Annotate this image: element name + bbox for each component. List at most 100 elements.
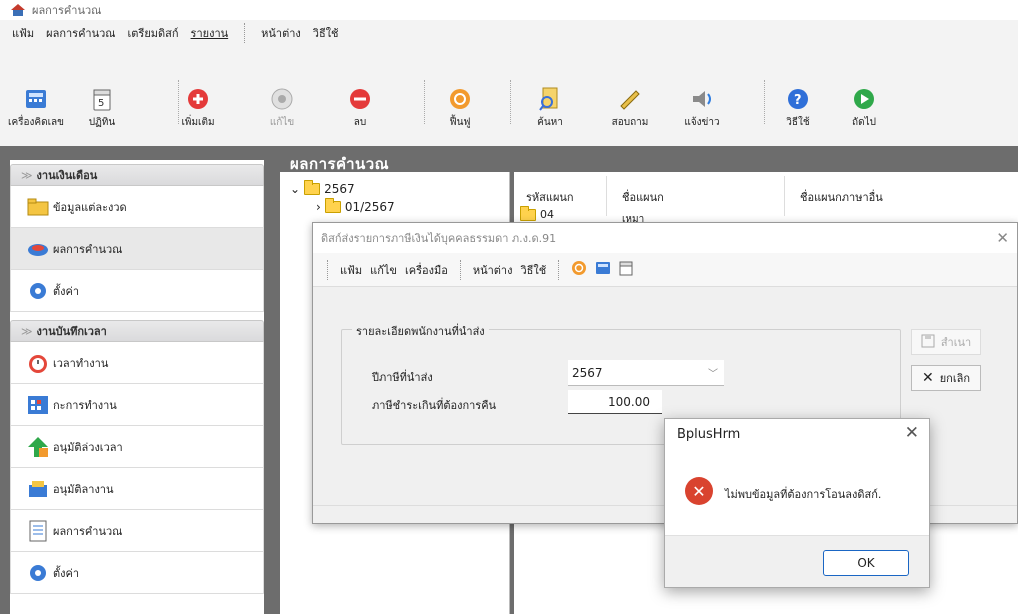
- copy-button[interactable]: สำเนา: [911, 329, 981, 355]
- sidebar-section-payroll[interactable]: ≫ งานเงินเดือน: [10, 164, 264, 186]
- restore-label: ฟื้นฟู: [449, 117, 471, 128]
- sidebar-item-label: ตั้งค่า: [53, 566, 80, 580]
- dialog-menu-window[interactable]: หน้าต่าง: [473, 261, 513, 279]
- sidebar-section-timekeeping[interactable]: ≫ งานบันทึกเวลา: [10, 320, 264, 342]
- add-label: เพิ่มเติม: [181, 117, 215, 128]
- menu-report[interactable]: รายงาน: [189, 24, 231, 42]
- menu-prepare-disk[interactable]: เตรียมดิสก์: [126, 24, 181, 42]
- search-label: ค้นหา: [537, 117, 563, 128]
- next-button[interactable]: ถัดไป: [834, 72, 894, 130]
- sidebar-item-label: ข้อมูลแต่ละงวด: [53, 200, 127, 214]
- toolbar-separator: [424, 80, 425, 124]
- search-button[interactable]: ค้นหา: [520, 72, 580, 130]
- calendar-button[interactable]: 5 ปฏิทิน: [72, 72, 132, 130]
- tree-node-period[interactable]: › 01/2567: [316, 198, 395, 214]
- edit-icon: [269, 86, 295, 111]
- chevron-down-icon: ≫: [21, 324, 33, 338]
- menu-calc-results[interactable]: ผลการคำนวณ: [44, 24, 117, 42]
- sidebar-section-label: งานเงินเดือน: [36, 169, 98, 182]
- sidebar-item-calc-results[interactable]: ผลการคำนวณ: [10, 228, 264, 270]
- phone-icon: [617, 86, 643, 111]
- sidebar-item-overtime-approval[interactable]: อนุมัติล่วงเวลา: [10, 426, 264, 468]
- toolbar-separator: [510, 80, 511, 124]
- column-divider: [784, 176, 785, 216]
- messagebox-text: ไม่พบข้อมูลที่ต้องการโอนลงดิสก์.: [725, 488, 882, 501]
- sidebar-item-label: เวลาทำงาน: [53, 356, 109, 370]
- window-titlebar: ผลการคำนวณ: [0, 0, 1018, 20]
- dialog-menu-help[interactable]: วิธีใช้: [520, 261, 546, 279]
- sidebar-item-work-time[interactable]: เวลาทำงาน: [10, 342, 264, 384]
- sidebar-item-time-calc-results[interactable]: ผลการคำนวณ: [10, 510, 264, 552]
- menubar-separator: [558, 259, 560, 280]
- sidebar-item-label: ตั้งค่า: [53, 284, 80, 298]
- chevron-down-icon: ⌄: [290, 182, 301, 196]
- document-list-icon: [27, 520, 49, 542]
- ok-button[interactable]: OK: [823, 550, 909, 576]
- table-row[interactable]: 04: [520, 205, 554, 221]
- delete-icon: [347, 86, 373, 111]
- tree-node-year[interactable]: ⌄ 2567: [290, 180, 355, 196]
- delete-button[interactable]: ลบ: [330, 72, 390, 130]
- sidebar-item-shift[interactable]: กะการทำงาน: [10, 384, 264, 426]
- svg-text:5: 5: [98, 98, 104, 109]
- save-disk-icon: [921, 334, 935, 351]
- sidebar-item-label: กะการทำงาน: [53, 398, 117, 412]
- calendar-icon[interactable]: [619, 260, 633, 279]
- calculator-label: เครื่องคิดเลข: [8, 117, 64, 128]
- drive-icon: [27, 478, 49, 500]
- menu-window[interactable]: หน้าต่าง: [259, 24, 303, 42]
- restore-icon[interactable]: [571, 260, 587, 279]
- calculator-icon: [23, 86, 49, 111]
- calendar-icon: 5: [89, 86, 115, 111]
- folder-icon: [520, 205, 536, 221]
- restore-button[interactable]: ฟื้นฟู: [430, 72, 490, 130]
- menubar-separator: [459, 259, 461, 280]
- column-header-name[interactable]: ชื่อแผนก: [622, 188, 664, 206]
- column-header-other-name[interactable]: ชื่อแผนกภาษาอื่น: [800, 188, 883, 206]
- refund-label: ภาษีชำระเกินที่ต้องการคืน: [372, 399, 497, 412]
- refund-input[interactable]: 100.00: [568, 390, 662, 414]
- help-button[interactable]: ? วิธีใช้: [768, 72, 828, 130]
- inquire-button[interactable]: สอบถาม: [600, 72, 660, 130]
- dialog-menu-tools[interactable]: เครื่องมือ: [405, 261, 448, 279]
- sidebar-item-label: ผลการคำนวณ: [53, 242, 123, 256]
- calculator-icon[interactable]: [595, 261, 611, 278]
- tax-year-select[interactable]: 2567 ﹀: [568, 360, 724, 386]
- search-icon: [537, 86, 563, 111]
- window-title: ผลการคำนวณ: [32, 4, 102, 17]
- copy-label: สำเนา: [940, 336, 972, 349]
- menu-help[interactable]: วิธีใช้: [311, 24, 341, 42]
- tax-year-label: ปีภาษีที่นำส่ง: [372, 371, 433, 384]
- dialog-title: ดิสก์ส่งรายการภาษีเงินได้บุคคลธรรมดา ภ.ง…: [321, 232, 557, 245]
- add-button[interactable]: เพิ่มเติม: [168, 72, 228, 130]
- svg-text:?: ?: [794, 93, 802, 108]
- cancel-button[interactable]: ✕ ยกเลิก: [911, 365, 981, 391]
- column-header-code[interactable]: รหัสแผนก: [526, 188, 574, 206]
- main-menubar: แฟ้ม ผลการคำนวณ เตรียมดิสก์ รายงาน หน้าต…: [10, 20, 341, 46]
- column-divider: [606, 176, 607, 216]
- folder-icon: [304, 180, 321, 195]
- edit-button[interactable]: แก้ไข: [252, 72, 312, 130]
- calculator-button[interactable]: เครื่องคิดเลข: [6, 72, 66, 130]
- app-logo-icon: [10, 3, 26, 17]
- close-icon[interactable]: ✕: [905, 423, 919, 443]
- error-messagebox: BplusHrm ✕ ✕ ไม่พบข้อมูลที่ต้องการโอนลงด…: [664, 418, 930, 588]
- help-icon: ?: [785, 86, 811, 111]
- gear-icon: [27, 280, 49, 302]
- calc-results-icon: [27, 238, 49, 260]
- next-label: ถัดไป: [852, 117, 876, 128]
- arrow-up-icon: [27, 436, 49, 458]
- menu-file[interactable]: แฟ้ม: [10, 24, 36, 42]
- sidebar-item-period-data[interactable]: ข้อมูลแต่ละงวด: [10, 186, 264, 228]
- sidebar-item-leave-approval[interactable]: อนุมัติลางาน: [10, 468, 264, 510]
- sidebar-item-settings[interactable]: ตั้งค่า: [10, 270, 264, 312]
- chevron-down-icon: ﹀: [708, 369, 718, 380]
- close-icon[interactable]: ✕: [996, 229, 1009, 247]
- sidebar-item-time-settings[interactable]: ตั้งค่า: [10, 552, 264, 594]
- cell-code: 04: [540, 208, 554, 221]
- sidebar: ≫ งานเงินเดือน ข้อมูลแต่ละงวด ผลการคำนวณ…: [10, 160, 264, 614]
- notify-button[interactable]: แจ้งข่าว: [672, 72, 732, 130]
- sidebar-item-label: อนุมัติล่วงเวลา: [53, 440, 123, 454]
- dialog-menu-edit[interactable]: แก้ไข: [370, 261, 397, 279]
- dialog-menu-file[interactable]: แฟ้ม: [340, 261, 362, 279]
